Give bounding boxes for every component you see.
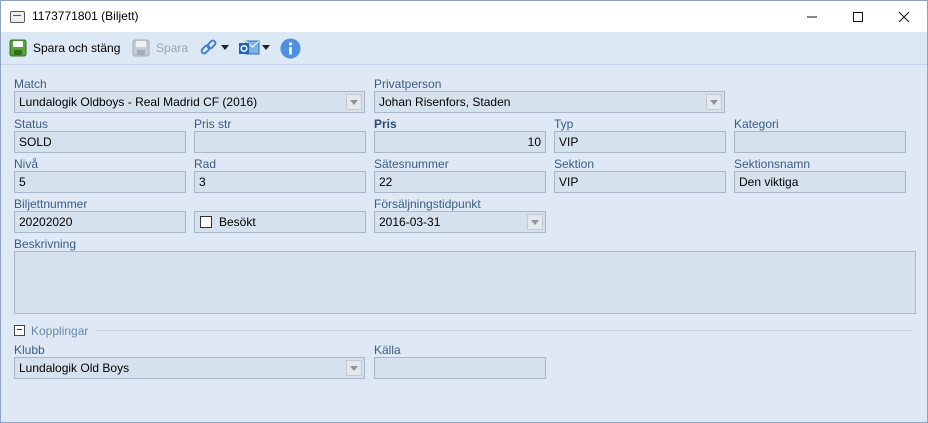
maximize-button[interactable] [835,1,881,32]
maximize-icon [853,11,863,22]
besokt-label: Besökt [219,215,256,229]
close-icon [899,11,909,22]
match-label: Match [14,77,47,91]
save-button[interactable]: Spara [132,36,188,60]
minimize-icon [807,16,817,17]
kopplingar-section-label: Kopplingar [31,324,89,338]
outlook-menu-button[interactable] [238,36,270,60]
niva-label: Nivå [14,157,39,171]
kopplingar-collapse-icon[interactable]: − [14,325,25,336]
section-divider [97,330,912,331]
typ-label: Typ [554,117,574,131]
info-icon [280,38,301,58]
info-button[interactable] [280,36,301,60]
minimize-button[interactable] [789,1,835,32]
window-title: 1173771801 (Biljett) [32,9,139,23]
forsaljningstidpunkt-value: 2016-03-31 [379,215,441,229]
rad-label: Rad [194,157,217,171]
match-value: Lundalogik Oldboys - Real Madrid CF (201… [19,95,258,109]
forsaljningstidpunkt-datepicker[interactable]: 2016-03-31 [374,211,546,233]
match-combobox[interactable]: Lundalogik Oldboys - Real Madrid CF (201… [14,91,365,113]
toolbar: Spara och stäng Spara [1,32,927,65]
kalla-label: Källa [374,343,401,357]
forsaljningstidpunkt-label: Försäljningstidpunkt [374,197,481,211]
kategori-label: Kategori [734,117,779,131]
save-label: Spara [156,41,189,55]
besokt-checkbox-container[interactable]: Besökt [194,211,366,233]
klubb-dropdown-button[interactable] [346,360,362,376]
pris-label: Pris [374,117,397,131]
kategori-field[interactable] [734,131,906,153]
link-icon [200,39,217,55]
dropdown-arrow-icon [262,45,270,50]
klubb-value: Lundalogik Old Boys [19,361,130,375]
close-button[interactable] [881,1,927,32]
privatperson-dropdown-button[interactable] [706,94,722,110]
save-and-close-label: Spara och stäng [33,41,121,55]
pris-field[interactable]: 10 [374,131,546,153]
chevron-down-icon [710,99,718,105]
sektion-label: Sektion [554,157,595,171]
beskrivning-textarea[interactable] [14,251,916,314]
sektionsnamn-label: Sektionsnamn [734,157,811,171]
satesnummer-field[interactable]: 22 [374,171,546,193]
chevron-down-icon [350,365,358,371]
klubb-label: Klubb [14,343,45,357]
title-bar: 1173771801 (Biljett) [1,1,927,32]
privatperson-label: Privatperson [374,77,442,91]
privatperson-combobox[interactable]: Johan Risenfors, Staden [374,91,725,113]
rad-field[interactable]: 3 [194,171,366,193]
dropdown-arrow-icon [221,45,229,50]
biljettnummer-field[interactable]: 20202020 [14,211,186,233]
save-and-close-button[interactable]: Spara och stäng [9,36,120,60]
save-close-icon [9,39,27,57]
date-dropdown-button[interactable] [527,214,543,230]
beskrivning-label: Beskrivning [14,237,77,251]
besokt-checkbox[interactable] [200,216,212,228]
link-menu-button[interactable] [199,36,229,60]
status-field[interactable]: SOLD [14,131,186,153]
pris-str-field[interactable] [194,131,366,153]
biljettnummer-label: Biljettnummer [14,197,88,211]
niva-field[interactable]: 5 [14,171,186,193]
chevron-down-icon [350,99,358,105]
kalla-field[interactable] [374,357,546,379]
window-icon [10,11,25,23]
pris-str-label: Pris str [194,117,232,131]
typ-field[interactable]: VIP [554,131,726,153]
klubb-combobox[interactable]: Lundalogik Old Boys [14,357,365,379]
outlook-icon [239,40,260,55]
sektionsnamn-field[interactable]: Den viktiga [734,171,906,193]
ticket-window: 1173771801 (Biljett) Spara och stäng Spa… [0,0,928,423]
status-label: Status [14,117,49,131]
save-icon [132,39,150,57]
match-dropdown-button[interactable] [346,94,362,110]
sektion-field[interactable]: VIP [554,171,726,193]
chevron-down-icon [531,219,539,225]
satesnummer-label: Sätesnummer [374,157,449,171]
privatperson-value: Johan Risenfors, Staden [379,95,511,109]
